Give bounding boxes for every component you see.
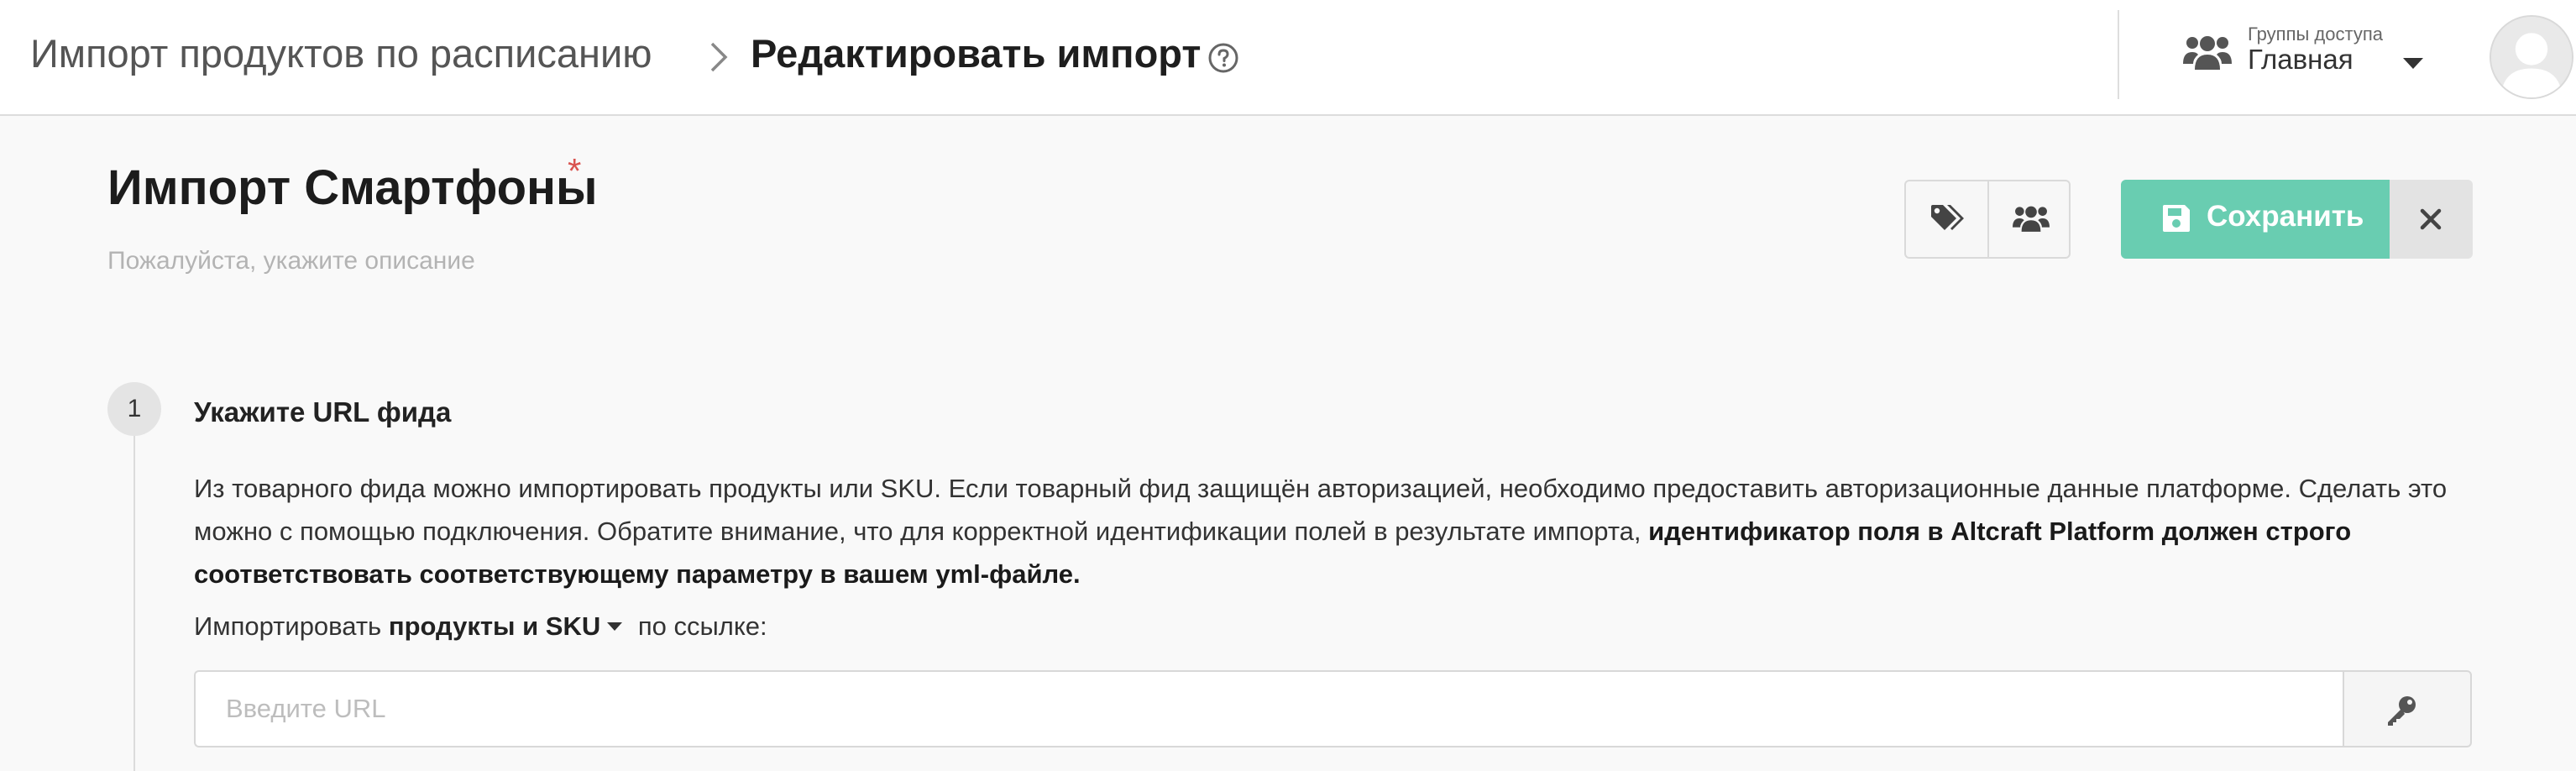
step-title: Укажите URL фида <box>194 396 452 427</box>
caret-down-icon <box>607 622 623 631</box>
close-icon <box>2420 208 2442 230</box>
access-groups-button[interactable] <box>1989 181 2071 257</box>
save-icon <box>2163 205 2190 232</box>
top-header: Импорт продуктов по расписанию Редактиро… <box>0 0 2576 116</box>
import-type-dropdown[interactable]: продукты и SKU <box>389 611 631 641</box>
save-button[interactable]: Сохранить <box>2121 180 2390 259</box>
access-group-value[interactable]: Главная <box>2248 44 2353 76</box>
page-title: Редактировать импорт <box>751 31 1202 76</box>
step-number: 1 <box>107 382 161 436</box>
import-suffix: по ссылке: <box>637 611 767 641</box>
required-mark: * <box>568 151 582 191</box>
key-icon <box>2388 696 2416 726</box>
help-circle-icon[interactable] <box>1207 42 1239 74</box>
users-icon <box>2183 36 2232 70</box>
import-type-line: Импортировать продукты и SKU по ссылке: <box>194 611 767 642</box>
import-title[interactable]: Импорт Смартфоны <box>107 160 598 216</box>
step-connector-line <box>134 436 135 771</box>
access-group-selector[interactable]: Группы доступа Главная <box>2183 24 2427 91</box>
chevron-right-icon <box>710 42 728 72</box>
tag-icon <box>1931 205 1964 230</box>
avatar[interactable] <box>2490 15 2573 99</box>
import-prefix: Импортировать <box>194 611 382 641</box>
tags-button[interactable] <box>1906 181 1987 257</box>
breadcrumb-parent[interactable]: Импорт продуктов по расписанию <box>30 30 652 76</box>
avatar-icon <box>2491 17 2572 97</box>
import-type-value: продукты и SKU <box>388 611 601 641</box>
feed-url-input[interactable] <box>194 670 2343 747</box>
auth-key-button[interactable] <box>2343 670 2472 747</box>
close-button[interactable] <box>2390 180 2473 259</box>
users-icon <box>2013 206 2050 232</box>
caret-down-icon[interactable] <box>2401 55 2425 71</box>
description-field[interactable]: Пожалуйста, укажите описание <box>107 247 475 275</box>
action-toolgroup <box>1904 180 2071 259</box>
access-group-label: Группы доступа <box>2248 24 2383 45</box>
save-button-label: Сохранить <box>2207 200 2364 233</box>
step-description: Из товарного фида можно импортировать пр… <box>194 467 2495 595</box>
header-divider <box>2118 10 2119 99</box>
